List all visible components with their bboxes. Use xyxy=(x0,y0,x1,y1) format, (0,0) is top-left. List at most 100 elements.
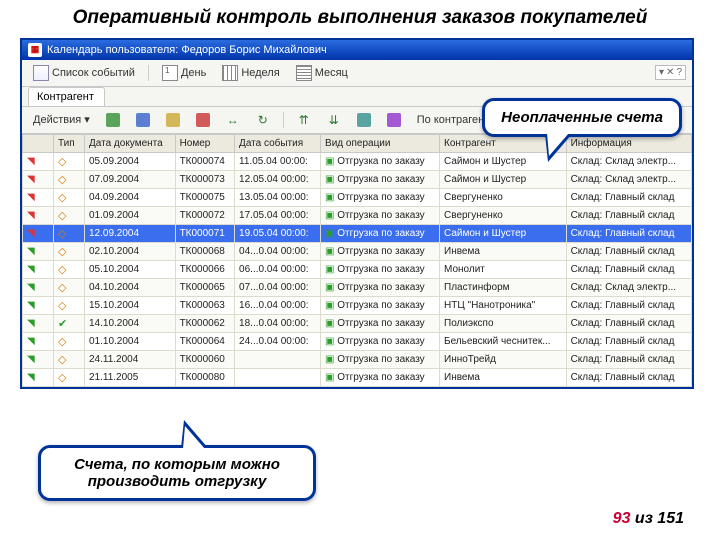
agent-cell: Пластинформ xyxy=(440,278,567,296)
box-icon: ▣ xyxy=(325,336,334,347)
box-icon: ▣ xyxy=(325,192,334,203)
info-cell: Склад: Главный склад xyxy=(566,206,691,224)
op-cell: ▣ Отгрузка по заказу xyxy=(321,206,440,224)
event-cell: 06...0.04 00:00: xyxy=(235,260,321,278)
col-number[interactable]: Номер xyxy=(175,134,234,152)
window-titlebar: ▦ Календарь пользователя: Федоров Борис … xyxy=(22,40,692,60)
toolbar-icon-5[interactable]: ↔ xyxy=(221,111,245,129)
type-cell: ◇ xyxy=(54,242,85,260)
table-row[interactable]: ◥◇21.11.2005ТК000080▣ Отгрузка по заказу… xyxy=(23,368,692,386)
type-cell: ◇ xyxy=(54,260,85,278)
toolbar-icon-8[interactable]: ⇊ xyxy=(322,111,346,129)
diamond-icon: ◇ xyxy=(58,228,66,240)
op-cell: ▣ Отгрузка по заказу xyxy=(321,278,440,296)
toolbar-icon-4[interactable] xyxy=(191,111,215,129)
toolbar-icon-10[interactable] xyxy=(382,111,406,129)
col-type[interactable]: Тип xyxy=(54,134,85,152)
slide-number: 93 xyxy=(613,510,631,527)
filter-icon xyxy=(357,113,371,127)
move-up-icon: ⇈ xyxy=(297,113,311,127)
type-cell: ◇ xyxy=(54,206,85,224)
info-cell: Склад: Склад электр... xyxy=(566,170,691,188)
info-cell: Склад: Склад электр... xyxy=(566,278,691,296)
table-row[interactable]: ◥◇01.10.2004ТК00006424...0.04 00:00:▣ От… xyxy=(23,332,692,350)
toolbar-icon-2[interactable] xyxy=(131,111,155,129)
date-cell: 04.09.2004 xyxy=(85,188,176,206)
diamond-icon: ◇ xyxy=(58,372,66,384)
mark-cell: ◥ xyxy=(23,350,54,368)
event-cell xyxy=(235,350,321,368)
op-cell: ▣ Отгрузка по заказу xyxy=(321,314,440,332)
num-cell: ТК000060 xyxy=(175,350,234,368)
app-window: ▦ Календарь пользователя: Федоров Борис … xyxy=(20,38,694,389)
toolbar-icon-9[interactable] xyxy=(352,111,376,129)
box-icon: ▣ xyxy=(325,264,334,275)
event-cell: 07...0.04 00:00: xyxy=(235,278,321,296)
refresh-icon: ↻ xyxy=(256,113,270,127)
agent-cell: Полиэкспо xyxy=(440,314,567,332)
mark-cell: ◥ xyxy=(23,368,54,386)
toolbar-icon-1[interactable] xyxy=(101,111,125,129)
month-view-button[interactable]: Месяц xyxy=(291,63,353,83)
table-row[interactable]: ◥◇05.10.2004ТК00006606...0.04 00:00:▣ От… xyxy=(23,260,692,278)
agent-cell: Инвема xyxy=(440,368,567,386)
num-cell: ТК000065 xyxy=(175,278,234,296)
table-row[interactable]: ◥◇05.09.2004ТК00007411.05.04 00:00:▣ Отг… xyxy=(23,152,692,170)
type-cell: ◇ xyxy=(54,278,85,296)
op-cell: ▣ Отгрузка по заказу xyxy=(321,296,440,314)
search-help-icon[interactable]: ? xyxy=(676,67,682,78)
expand-icon: ↔ xyxy=(226,113,240,127)
table-row[interactable]: ◥◇15.10.2004ТК00006316...0.04 00:00:▣ От… xyxy=(23,296,692,314)
separator xyxy=(283,112,284,128)
actions-dropdown[interactable]: Действия ▾ xyxy=(28,111,95,128)
box-icon: ▣ xyxy=(325,156,334,167)
table-row[interactable]: ◥◇12.09.2004ТК00007119.05.04 00:00:▣ Отг… xyxy=(23,224,692,242)
date-cell: 12.09.2004 xyxy=(85,224,176,242)
table-row[interactable]: ◥◇04.09.2004ТК00007513.05.04 00:00:▣ Отг… xyxy=(23,188,692,206)
diamond-icon: ◇ xyxy=(58,354,66,366)
table-row[interactable]: ◥◇02.10.2004ТК00006804...0.04 00:00:▣ От… xyxy=(23,242,692,260)
diamond-icon: ◇ xyxy=(58,210,66,222)
table-row[interactable]: ◥◇04.10.2004ТК00006507...0.04 00:00:▣ От… xyxy=(23,278,692,296)
type-cell: ◇ xyxy=(54,296,85,314)
op-cell: ▣ Отгрузка по заказу xyxy=(321,152,440,170)
toolbar-icon-7[interactable]: ⇈ xyxy=(292,111,316,129)
type-cell: ✔ xyxy=(54,314,85,332)
info-cell: Склад: Главный склад xyxy=(566,296,691,314)
box-icon: ▣ xyxy=(325,210,334,221)
agent-cell: Монолит xyxy=(440,260,567,278)
table-row[interactable]: ◥◇01.09.2004ТК00007217.05.04 00:00:▣ Отг… xyxy=(23,206,692,224)
flag-icon: ◥ xyxy=(27,318,35,329)
table-row[interactable]: ◥✔14.10.2004ТК00006218...0.04 00:00:▣ От… xyxy=(23,314,692,332)
col-mark[interactable] xyxy=(23,134,54,152)
flag-icon: ◥ xyxy=(27,192,35,203)
week-view-button[interactable]: Неделя xyxy=(217,63,284,83)
toolbar-icon-6[interactable]: ↻ xyxy=(251,111,275,129)
table-row[interactable]: ◥◇07.09.2004ТК00007312.05.04 00:00:▣ Отг… xyxy=(23,170,692,188)
col-event-date[interactable]: Дата события xyxy=(235,134,321,152)
event-cell: 04...0.04 00:00: xyxy=(235,242,321,260)
actions-label: Действия xyxy=(33,114,81,126)
op-cell: ▣ Отгрузка по заказу xyxy=(321,224,440,242)
op-cell: ▣ Отгрузка по заказу xyxy=(321,332,440,350)
agent-cell: Свергуненко xyxy=(440,206,567,224)
slide-sep: из xyxy=(630,510,657,527)
col-doc-date[interactable]: Дата документа xyxy=(85,134,176,152)
table-row[interactable]: ◥◇24.11.2004ТК000060▣ Отгрузка по заказу… xyxy=(23,350,692,368)
mark-cell: ◥ xyxy=(23,242,54,260)
toolbar-icon-3[interactable] xyxy=(161,111,185,129)
date-cell: 05.09.2004 xyxy=(85,152,176,170)
col-operation[interactable]: Вид операции xyxy=(321,134,440,152)
week-icon xyxy=(222,65,238,81)
info-cell: Склад: Главный склад xyxy=(566,332,691,350)
date-cell: 15.10.2004 xyxy=(85,296,176,314)
search-clear-icon[interactable]: ✕ xyxy=(666,67,674,78)
tab-counterparty[interactable]: Контрагент xyxy=(28,87,105,106)
search-dropdown-icon[interactable]: ▾ xyxy=(659,67,664,78)
date-cell: 14.10.2004 xyxy=(85,314,176,332)
mark-cell: ◥ xyxy=(23,152,54,170)
events-list-button[interactable]: Список событий xyxy=(28,63,140,83)
date-cell: 02.10.2004 xyxy=(85,242,176,260)
search-box[interactable]: ▾ ✕ ? xyxy=(655,65,686,80)
day-view-button[interactable]: День xyxy=(157,63,211,83)
